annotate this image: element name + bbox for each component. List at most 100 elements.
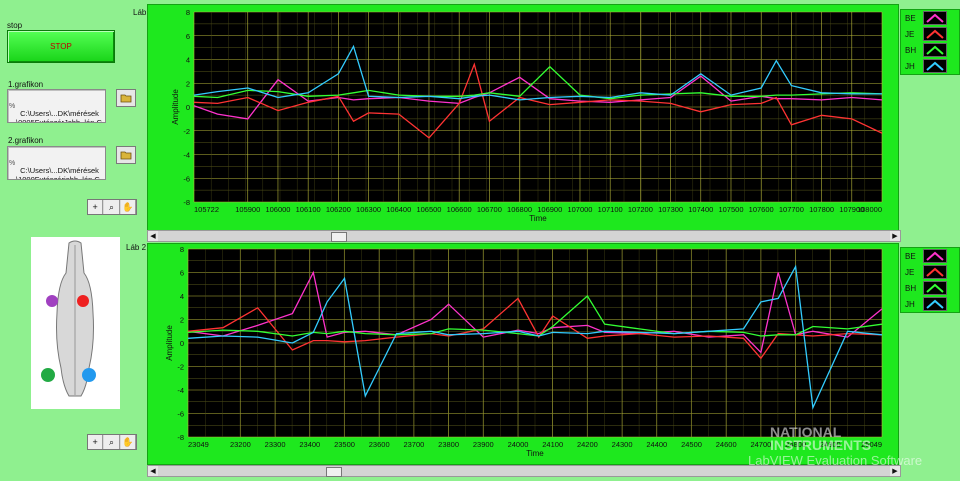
watermark-line2: INSTRUMENTS bbox=[770, 437, 872, 453]
legend-item[interactable]: JH bbox=[901, 58, 959, 74]
file2-path-field[interactable]: % C:\Users\...DK\mérések\1000Futószárjob… bbox=[7, 146, 106, 180]
stop-button[interactable]: STOP bbox=[7, 30, 115, 63]
graph1-scroll-thumb[interactable] bbox=[331, 232, 347, 242]
x-tick-label: 23300 bbox=[265, 440, 286, 449]
crosshair-tool-icon[interactable]: + bbox=[88, 435, 104, 449]
legend-name: BH bbox=[905, 283, 917, 293]
x-tick-label: 24000 bbox=[508, 440, 529, 449]
leg-silhouette bbox=[41, 240, 96, 397]
x-tick-label: 23049 bbox=[188, 440, 209, 449]
file2-label: 2.grafikon bbox=[8, 136, 44, 145]
legend-item[interactable]: BH bbox=[901, 42, 959, 58]
legend-swatch bbox=[923, 297, 947, 311]
leg-image bbox=[31, 237, 120, 409]
y-tick-label: 6 bbox=[186, 32, 190, 41]
x-tick-label: 108000 bbox=[857, 205, 882, 214]
y-tick-label: -2 bbox=[183, 127, 190, 136]
x-tick-label: 106500 bbox=[416, 205, 441, 214]
sensor-dot-jh bbox=[82, 368, 96, 382]
graph1-panel: 8 6 4 2 0 -2 -4 -6 -8 105722 105900 106000 106100 106… bbox=[147, 4, 899, 231]
x-tick-label: 24200 bbox=[577, 440, 598, 449]
file1-path-field[interactable]: % C:\Users\...DK\mérések\0005FutószárJob… bbox=[7, 89, 106, 123]
y-tick-label: 2 bbox=[186, 79, 190, 88]
legend-swatch bbox=[923, 27, 947, 41]
legend-swatch bbox=[923, 11, 947, 25]
scroll-right-icon[interactable]: ▶ bbox=[890, 231, 900, 241]
x-axis-label: Time bbox=[529, 214, 547, 223]
x-tick-label: 23600 bbox=[369, 440, 390, 449]
legend-name: BH bbox=[905, 45, 917, 55]
sensor-dot-bh bbox=[41, 368, 55, 382]
file2-path-text: C:\Users\...DK\mérések\1000Futószárjobb_… bbox=[16, 166, 100, 180]
y-tick-label: -6 bbox=[177, 410, 184, 419]
legend-item[interactable]: JE bbox=[901, 26, 959, 42]
x-tick-label: 106400 bbox=[386, 205, 411, 214]
y-tick-label: 0 bbox=[180, 339, 184, 348]
x-tick-label: 107200 bbox=[628, 205, 653, 214]
path-mark-icon: % bbox=[9, 103, 16, 110]
x-tick-label: 24600 bbox=[716, 440, 737, 449]
graph2-scroll-thumb[interactable] bbox=[326, 467, 342, 477]
y-tick-label: 8 bbox=[180, 245, 184, 254]
file1-path-text: C:\Users\...DK\mérések\0005FutószárJobb_… bbox=[16, 109, 102, 123]
x-tick-label: 107400 bbox=[688, 205, 713, 214]
y-tick-label: -8 bbox=[177, 433, 184, 442]
y-tick-label: 0 bbox=[186, 103, 190, 112]
legend-swatch bbox=[923, 59, 947, 73]
x-tick-label: 106700 bbox=[477, 205, 502, 214]
scroll-left-icon[interactable]: ◀ bbox=[148, 466, 158, 476]
graph1-scrollbar[interactable]: ◀ ▶ bbox=[147, 230, 901, 242]
legend-name: JH bbox=[905, 299, 915, 309]
graph1-plot[interactable]: 8 6 4 2 0 -2 -4 -6 -8 105722 105900 106000 106100 106… bbox=[148, 5, 898, 230]
x-tick-label: 106800 bbox=[507, 205, 532, 214]
legend-item[interactable]: BH bbox=[901, 280, 959, 296]
x-tick-label: 106300 bbox=[356, 205, 381, 214]
file1-browse-button[interactable] bbox=[116, 89, 136, 107]
zoom-tool-icon[interactable]: ⌕ bbox=[104, 435, 120, 449]
legend-item[interactable]: JH bbox=[901, 296, 959, 312]
y-tick-label: 8 bbox=[186, 8, 190, 17]
graph1-title: Láb bbox=[133, 8, 147, 17]
y-axis-label: Amplitude bbox=[171, 89, 180, 125]
pan-hand-icon[interactable]: ✋ bbox=[120, 435, 136, 449]
y-tick-label: -2 bbox=[177, 363, 184, 372]
sensor-dot-je bbox=[77, 295, 89, 307]
legend-name: JE bbox=[905, 267, 915, 277]
sensor-dot-be bbox=[46, 295, 58, 307]
x-tick-label: 23700 bbox=[403, 440, 424, 449]
legend-name: JH bbox=[905, 61, 915, 71]
x-tick-label: 23800 bbox=[438, 440, 459, 449]
file2-browse-button[interactable] bbox=[116, 146, 136, 164]
legend-name: JE bbox=[905, 29, 915, 39]
pan-hand-icon[interactable]: ✋ bbox=[120, 200, 136, 214]
zoom-tool-icon[interactable]: ⌕ bbox=[104, 200, 120, 214]
x-tick-label: 23900 bbox=[473, 440, 494, 449]
y-tick-label: 2 bbox=[180, 316, 184, 325]
x-tick-label: 24300 bbox=[612, 440, 633, 449]
legend-item[interactable]: BE bbox=[901, 10, 959, 26]
y-tick-label: 6 bbox=[180, 269, 184, 278]
x-tick-label: 23500 bbox=[334, 440, 355, 449]
x-tick-label: 107300 bbox=[658, 205, 683, 214]
file1-label: 1.grafikon bbox=[8, 80, 44, 89]
x-tick-label: 23200 bbox=[230, 440, 251, 449]
y-tick-label: -4 bbox=[177, 386, 184, 395]
legend-item[interactable]: JE bbox=[901, 264, 959, 280]
x-tick-label: 106100 bbox=[296, 205, 321, 214]
legend-name: BE bbox=[905, 251, 916, 261]
ni-watermark: NATIONAL INSTRUMENTS LabVIEW Evaluation … bbox=[748, 425, 923, 468]
x-tick-label: 105722 bbox=[194, 205, 219, 214]
legend-name: BE bbox=[905, 13, 916, 23]
crosshair-tool-icon[interactable]: + bbox=[88, 200, 104, 214]
legend-swatch bbox=[923, 265, 947, 279]
scroll-left-icon[interactable]: ◀ bbox=[148, 231, 158, 241]
x-axis-label: Time bbox=[526, 449, 544, 458]
x-tick-label: 23400 bbox=[299, 440, 320, 449]
y-tick-label: -8 bbox=[183, 198, 190, 207]
legend-item[interactable]: BE bbox=[901, 248, 959, 264]
x-tick-label: 107800 bbox=[809, 205, 834, 214]
x-tick-label: 107700 bbox=[779, 205, 804, 214]
x-tick-label: 24500 bbox=[681, 440, 702, 449]
x-tick-label: 107600 bbox=[749, 205, 774, 214]
watermark-line3: LabVIEW Evaluation Software bbox=[748, 453, 923, 468]
